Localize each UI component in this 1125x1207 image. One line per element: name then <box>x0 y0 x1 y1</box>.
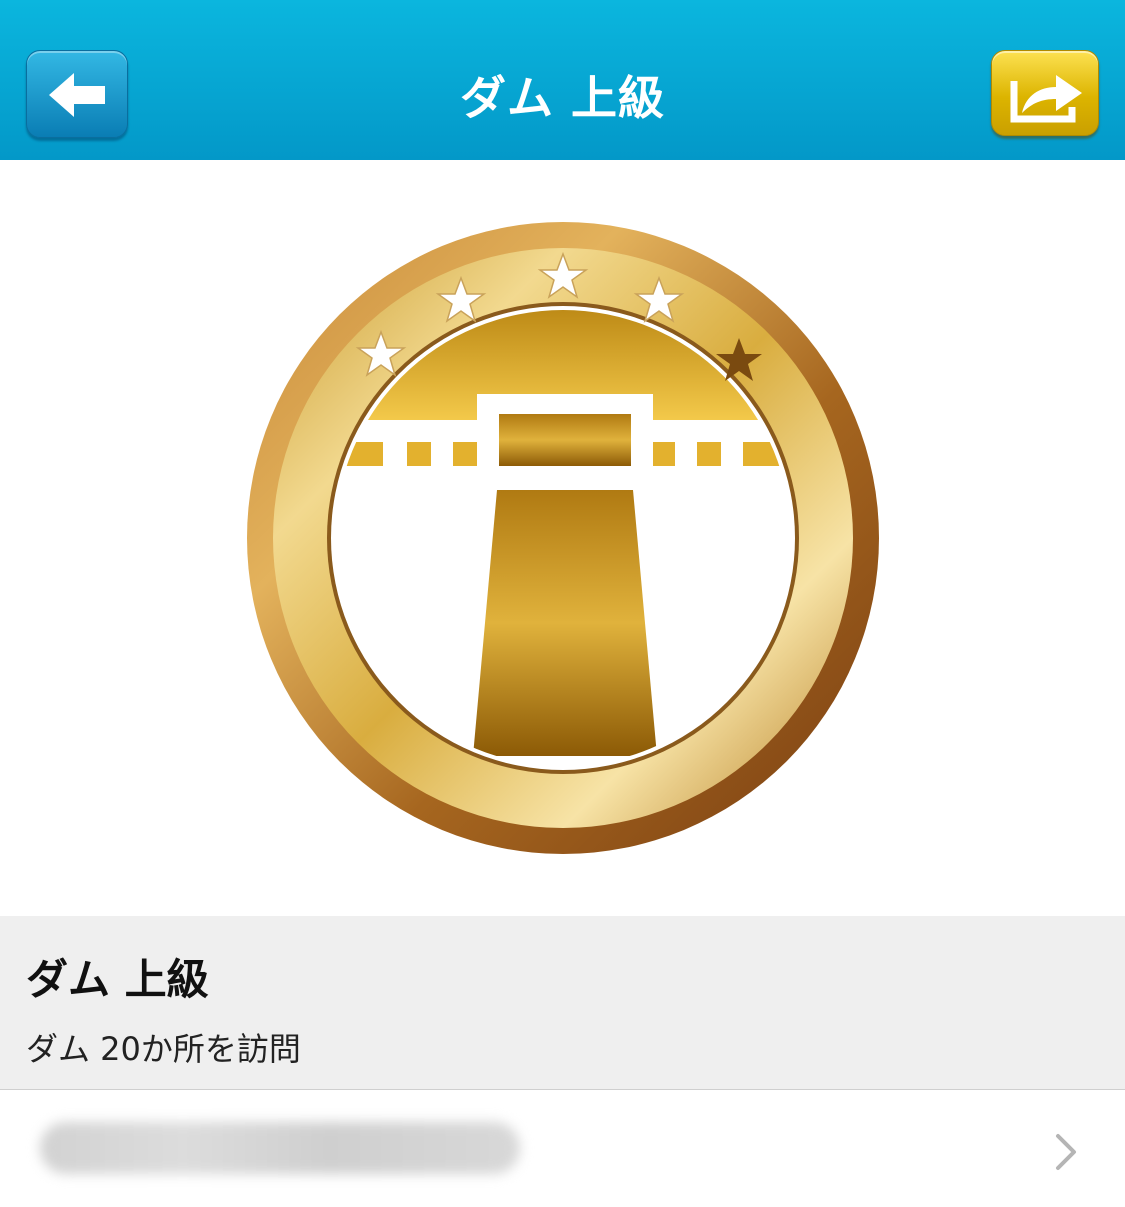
achievement-info: ダム 上級 ダム 20か所を訪問 <box>0 916 1125 1090</box>
achievement-title: ダム 上級 <box>26 955 209 1004</box>
achievement-description: ダム 20か所を訪問 <box>26 1030 301 1068</box>
share-icon <box>1010 75 1082 123</box>
page-title: ダム 上級 <box>459 71 665 125</box>
dam-medal-badge <box>247 222 879 854</box>
navigation-bar: ダム 上級 <box>0 0 1125 160</box>
share-button[interactable] <box>991 50 1099 136</box>
chevron-right-icon <box>1056 1134 1076 1170</box>
blurred-content <box>40 1122 520 1174</box>
list-item[interactable] <box>0 1090 1125 1207</box>
